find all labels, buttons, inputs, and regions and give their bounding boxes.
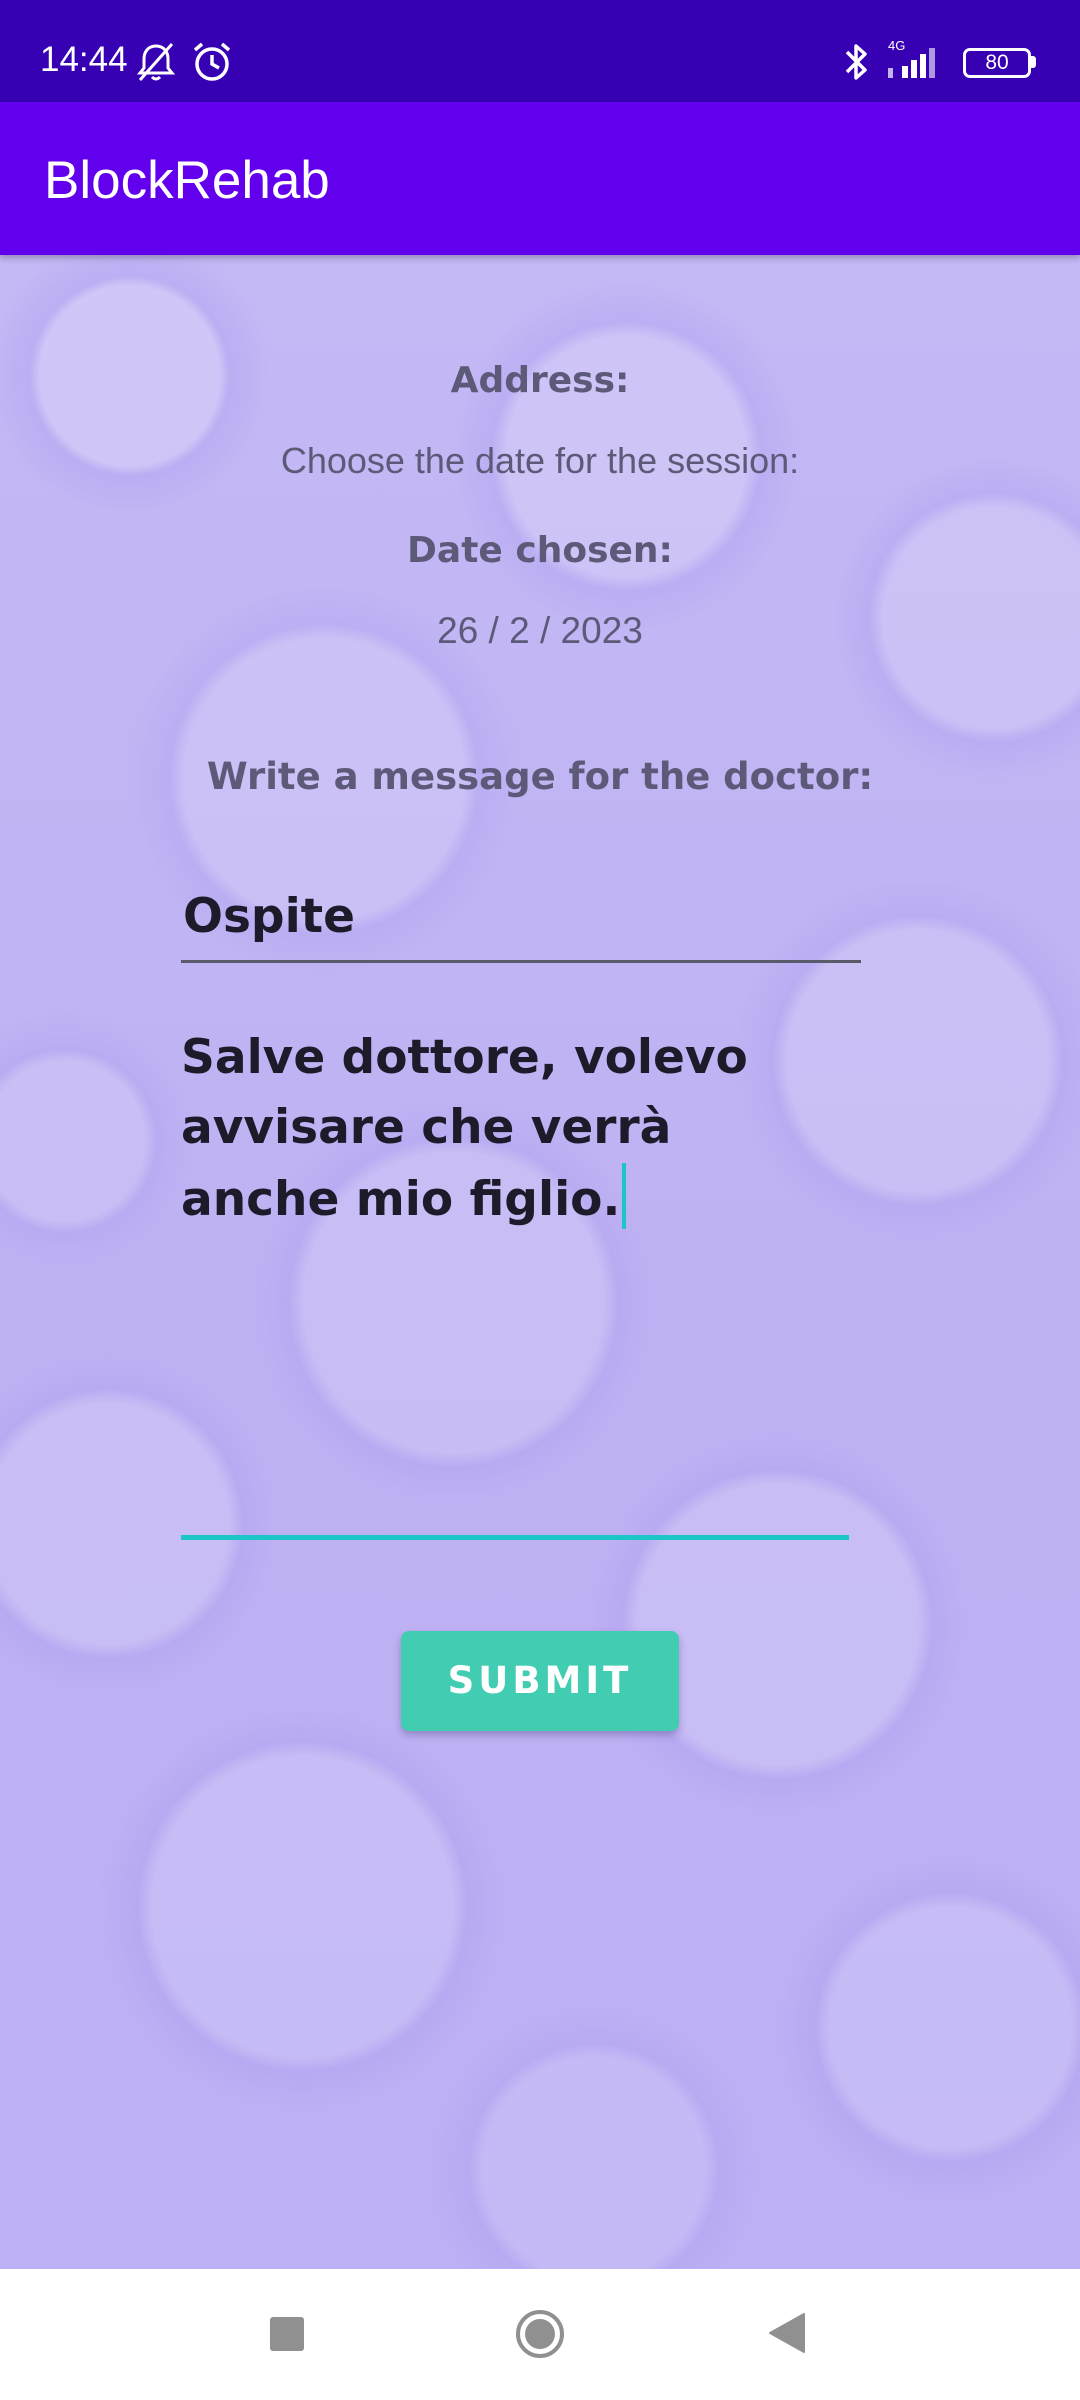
- battery-icon: 80: [963, 48, 1036, 78]
- navigation-bar: [0, 2269, 1080, 2400]
- home-icon[interactable]: [515, 2309, 565, 2359]
- content-area: Address: Choose the date for the session…: [0, 255, 1080, 2269]
- status-time: 14:44: [40, 40, 128, 79]
- bluetooth-icon: [845, 44, 867, 80]
- alarm-icon: [193, 42, 231, 81]
- name-field[interactable]: Ospite: [181, 885, 861, 963]
- message-prompt: Write a message for the doctor:: [206, 755, 874, 798]
- battery-level: 80: [985, 51, 1009, 74]
- app-bar: BlockRehab: [0, 102, 1080, 255]
- address-label: Address:: [450, 360, 630, 401]
- screen: 14:44 4G 80 BlockRehab Address: Choose t…: [0, 0, 1080, 2400]
- app-title: BlockRehab: [44, 151, 330, 210]
- message-field[interactable]: Salve dottore, volevo avvisare che verrà…: [181, 1023, 849, 1540]
- submit-button[interactable]: SUBMIT: [401, 1631, 679, 1731]
- back-icon[interactable]: [768, 2312, 806, 2354]
- signal-icon: 4G: [884, 38, 954, 84]
- date-value: 26 / 2 / 2023: [437, 610, 643, 651]
- status-bar: 14:44 4G 80: [0, 0, 1080, 102]
- mute-alarm-icon: [136, 43, 176, 81]
- message-value: Salve dottore, volevo avvisare che verrà…: [181, 1030, 748, 1227]
- choose-date-label[interactable]: Choose the date for the session:: [0, 440, 1080, 482]
- name-value: Ospite: [183, 889, 356, 944]
- recents-icon[interactable]: [270, 2317, 304, 2351]
- date-chosen-label: Date chosen:: [407, 530, 673, 571]
- message-text: Salve dottore, volevo avvisare che verrà…: [181, 1023, 821, 1235]
- text-cursor: [622, 1163, 627, 1229]
